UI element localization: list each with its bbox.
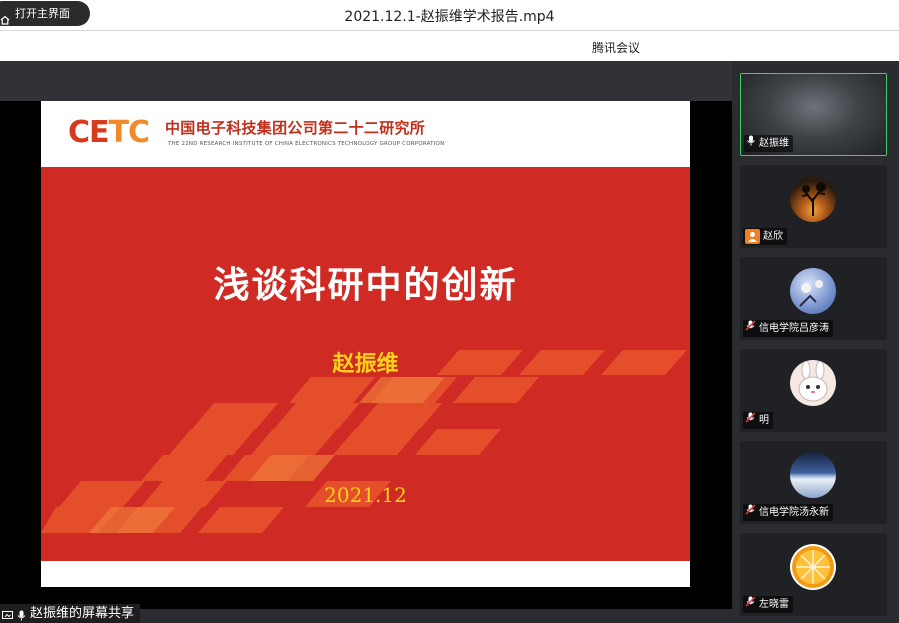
slide-title: 浅谈科研中的创新	[213, 265, 518, 306]
avatar-earth-horizon	[790, 452, 836, 498]
participant-tile[interactable]: 赵欣	[740, 165, 887, 248]
participant-tile[interactable]: 信电学院吕彦涛	[740, 257, 887, 340]
participant-tile[interactable]: 赵振维	[740, 73, 887, 156]
screen-share-status: 赵振维的屏幕共享	[0, 604, 141, 623]
mic-muted-icon	[745, 412, 756, 429]
participant-name: 赵欣	[763, 231, 783, 242]
participant-tile[interactable]: 左晓雷	[740, 533, 887, 616]
title-bar: 打开主界面 2021.12.1-赵振维学术报告.mp4	[0, 0, 899, 30]
screen-share-label: 赵振维的屏幕共享	[30, 606, 135, 621]
stage-top-bar	[0, 61, 732, 101]
participant-name-tag: 信电学院汤永新	[743, 504, 833, 521]
cetc-logo: CETC	[68, 115, 150, 150]
participant-name: 信电学院汤永新	[759, 507, 829, 518]
avatar-tree-sunset	[790, 176, 836, 222]
mic-muted-icon	[745, 320, 756, 337]
screen-share-icon	[2, 608, 13, 619]
slide-footer	[41, 561, 690, 587]
slide-author: 赵振维	[332, 352, 399, 377]
mic-muted-icon	[745, 596, 756, 613]
person-icon	[745, 229, 760, 244]
participant-name-tag: 赵欣	[743, 228, 787, 245]
mic-icon	[746, 135, 756, 152]
participant-tile[interactable]: 信电学院汤永新	[740, 441, 887, 524]
participant-name: 赵振维	[759, 138, 789, 149]
avatar-rabbit	[790, 360, 836, 406]
slide-header: CETC 中国电子科技集团公司第二十二研究所 THE 22ND RESEARCH…	[41, 101, 690, 167]
org-name-cn: 中国电子科技集团公司第二十二研究所	[165, 119, 426, 137]
participant-name: 左晓雷	[759, 599, 789, 610]
slide-date: 2021.12	[324, 483, 407, 507]
shared-slide: CETC 中国电子科技集团公司第二十二研究所 THE 22ND RESEARCH…	[41, 101, 690, 587]
participant-name-tag: 赵振维	[744, 135, 793, 152]
avatar-flowers-figure	[790, 268, 836, 314]
participant-name-tag: 信电学院吕彦涛	[743, 320, 833, 337]
mic-icon	[16, 608, 27, 621]
org-name-en: THE 22ND RESEARCH INSTITUTE OF CHINA ELE…	[168, 141, 445, 147]
avatar-orange-slice	[790, 544, 836, 590]
participant-name-tag: 左晓雷	[743, 596, 793, 613]
participant-name: 信电学院吕彦涛	[759, 323, 829, 334]
participant-name-tag: 明	[743, 412, 773, 429]
slide-body: 浅谈科研中的创新 赵振维 2021.12	[41, 167, 690, 561]
app-title: 腾讯会议	[592, 41, 641, 55]
mic-muted-icon	[745, 504, 756, 521]
app-header: 腾讯会议	[0, 31, 899, 61]
window-title: 2021.12.1-赵振维学术报告.mp4	[344, 9, 555, 25]
participant-name: 明	[759, 415, 769, 426]
participant-tile[interactable]: 明	[740, 349, 887, 432]
